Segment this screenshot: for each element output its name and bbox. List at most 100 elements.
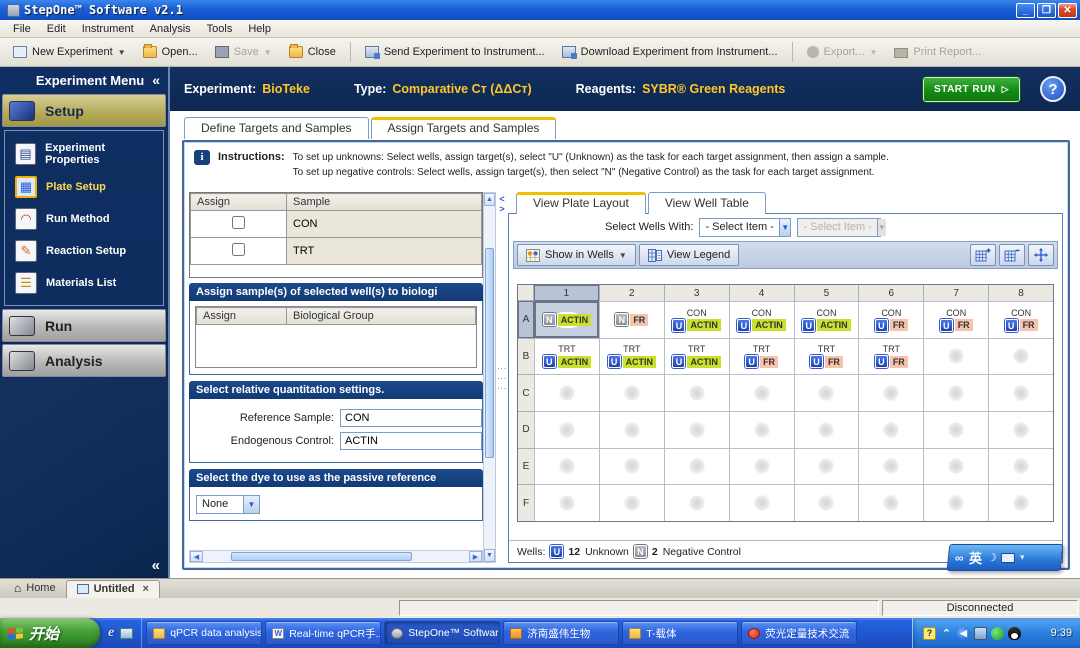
plate-column-header-8[interactable]: 8 xyxy=(988,285,1053,301)
well-B1[interactable]: TRTUACTIN xyxy=(534,338,599,375)
ime-menu-icon[interactable]: ▾ xyxy=(1020,552,1025,563)
menu-instrument[interactable]: Instrument xyxy=(75,22,141,36)
sidebar-item-plate-setup[interactable]: ▦Plate Setup xyxy=(9,171,159,203)
send-experiment-button[interactable]: Send Experiment to Instrument... xyxy=(358,42,552,62)
plate-column-header-1[interactable]: 1 xyxy=(534,285,599,301)
well-E4[interactable] xyxy=(729,448,794,485)
menu-help[interactable]: Help xyxy=(241,22,278,36)
start-run-button[interactable]: START RUN ▷ xyxy=(923,77,1020,102)
well-C6[interactable] xyxy=(858,374,923,411)
ime-fullhalf-icon[interactable]: ☽ xyxy=(987,551,997,564)
taskbar-task-stepone-softwar-[interactable]: StepOne™ Softwar... xyxy=(384,621,500,645)
tray-qq-icon[interactable] xyxy=(1008,627,1021,640)
well-F1[interactable] xyxy=(534,484,599,521)
open-button[interactable]: Open... xyxy=(136,42,205,62)
view-legend-button[interactable]: View Legend xyxy=(639,244,739,266)
plate-corner-cell[interactable] xyxy=(518,285,534,301)
well-F8[interactable] xyxy=(988,484,1053,521)
close-button[interactable]: ✕ xyxy=(1058,3,1077,18)
internet-explorer-icon[interactable]: e xyxy=(108,625,114,641)
well-D4[interactable] xyxy=(729,411,794,448)
plate-column-header-7[interactable]: 7 xyxy=(923,285,988,301)
well-B8[interactable] xyxy=(988,338,1053,375)
well-A2[interactable]: NFR xyxy=(599,301,664,338)
well-D2[interactable] xyxy=(599,411,664,448)
tab-view-plate-layout[interactable]: View Plate Layout xyxy=(516,192,646,214)
assign-checkbox-trt[interactable] xyxy=(232,243,245,256)
ime-language-bar[interactable]: ∞ 英 ☽ ▾ xyxy=(947,544,1064,571)
reference-sample-field[interactable] xyxy=(340,409,482,427)
well-B5[interactable]: TRTUFR xyxy=(794,338,859,375)
collapse-left-arrow[interactable]: < xyxy=(499,194,504,204)
tab-assign-targets-and-samples[interactable]: Assign Targets and Samples xyxy=(371,117,557,139)
well-A6[interactable]: CONUFR xyxy=(858,301,923,338)
plate-column-header-4[interactable]: 4 xyxy=(729,285,794,301)
well-E5[interactable] xyxy=(794,448,859,485)
well-D1[interactable] xyxy=(534,411,599,448)
well-A5[interactable]: CONUACTIN xyxy=(794,301,859,338)
well-C5[interactable] xyxy=(794,374,859,411)
well-E1[interactable] xyxy=(534,448,599,485)
plate-row-header-D[interactable]: D xyxy=(518,411,534,448)
print-report-button[interactable]: Print Report... xyxy=(887,42,988,62)
plate-row-header-C[interactable]: C xyxy=(518,374,534,411)
scroll-left-arrow[interactable]: ◀ xyxy=(190,551,203,562)
scroll-down-arrow[interactable]: ▼ xyxy=(484,549,495,562)
endogenous-control-field[interactable] xyxy=(340,432,482,450)
plate-column-header-6[interactable]: 6 xyxy=(858,285,923,301)
sample-name-cell[interactable]: CON xyxy=(287,211,482,238)
download-experiment-button[interactable]: Download Experiment from Instrument... xyxy=(555,42,785,62)
plate-row-header-F[interactable]: F xyxy=(518,484,534,521)
assign-checkbox-con[interactable] xyxy=(232,216,245,229)
save-button[interactable]: Save▼ xyxy=(208,42,279,62)
well-E8[interactable] xyxy=(988,448,1053,485)
collapse-right-arrow[interactable]: > xyxy=(499,204,504,214)
scroll-up-arrow[interactable]: ▲ xyxy=(484,193,495,206)
fit-plate-button[interactable] xyxy=(1028,244,1054,266)
new-experiment-button[interactable]: New Experiment▼ xyxy=(6,42,133,62)
horizontal-scroll-thumb[interactable] xyxy=(231,552,412,561)
well-C8[interactable] xyxy=(988,374,1053,411)
well-F6[interactable] xyxy=(858,484,923,521)
well-A7[interactable]: CONUFR xyxy=(923,301,988,338)
sidebar-item-experiment-properties[interactable]: ▤Experiment Properties xyxy=(9,137,159,171)
well-F4[interactable] xyxy=(729,484,794,521)
plate-row-header-E[interactable]: E xyxy=(518,448,534,485)
minimize-button[interactable]: _ xyxy=(1016,3,1035,18)
vertical-scroll-thumb[interactable] xyxy=(485,248,494,458)
restore-button[interactable]: ❐ xyxy=(1037,3,1056,18)
taskbar-task-real-time-qpcr-[interactable]: WReal-time qPCR手... xyxy=(265,621,381,645)
plate-column-header-3[interactable]: 3 xyxy=(664,285,729,301)
menu-analysis[interactable]: Analysis xyxy=(143,22,198,36)
tray-network-icon[interactable] xyxy=(974,627,987,640)
well-F7[interactable] xyxy=(923,484,988,521)
well-C2[interactable] xyxy=(599,374,664,411)
well-E2[interactable] xyxy=(599,448,664,485)
well-D5[interactable] xyxy=(794,411,859,448)
well-D3[interactable] xyxy=(664,411,729,448)
well-B7[interactable] xyxy=(923,338,988,375)
sidebar-item-materials-list[interactable]: ☰Materials List xyxy=(9,267,159,299)
sidebar-item-run-method[interactable]: ◠Run Method xyxy=(9,203,159,235)
menu-edit[interactable]: Edit xyxy=(40,22,73,36)
well-A4[interactable]: CONUACTIN xyxy=(729,301,794,338)
well-B3[interactable]: TRTUACTIN xyxy=(664,338,729,375)
well-B2[interactable]: TRTUACTIN xyxy=(599,338,664,375)
tab-home[interactable]: ⌂ Home xyxy=(4,579,66,598)
well-E7[interactable] xyxy=(923,448,988,485)
plate-column-header-5[interactable]: 5 xyxy=(794,285,859,301)
taskbar-task--[interactable]: 济南盛伟生物 xyxy=(503,621,619,645)
taskbar-task-qpcr-data-analysis[interactable]: qPCR data analysis xyxy=(146,621,262,645)
left-pane-vertical-scrollbar[interactable]: ▲ ▼ xyxy=(483,192,496,563)
well-D6[interactable] xyxy=(858,411,923,448)
well-D8[interactable] xyxy=(988,411,1053,448)
sidebar-collapse-button[interactable]: « xyxy=(152,72,160,88)
well-D7[interactable] xyxy=(923,411,988,448)
well-B6[interactable]: TRTUFR xyxy=(858,338,923,375)
well-F2[interactable] xyxy=(599,484,664,521)
tray-media-icon[interactable]: ◀ xyxy=(957,627,970,640)
well-C7[interactable] xyxy=(923,374,988,411)
well-A3[interactable]: CONUACTIN xyxy=(664,301,729,338)
sidebar-section-setup[interactable]: Setup xyxy=(2,94,166,127)
menu-tools[interactable]: Tools xyxy=(200,22,240,36)
